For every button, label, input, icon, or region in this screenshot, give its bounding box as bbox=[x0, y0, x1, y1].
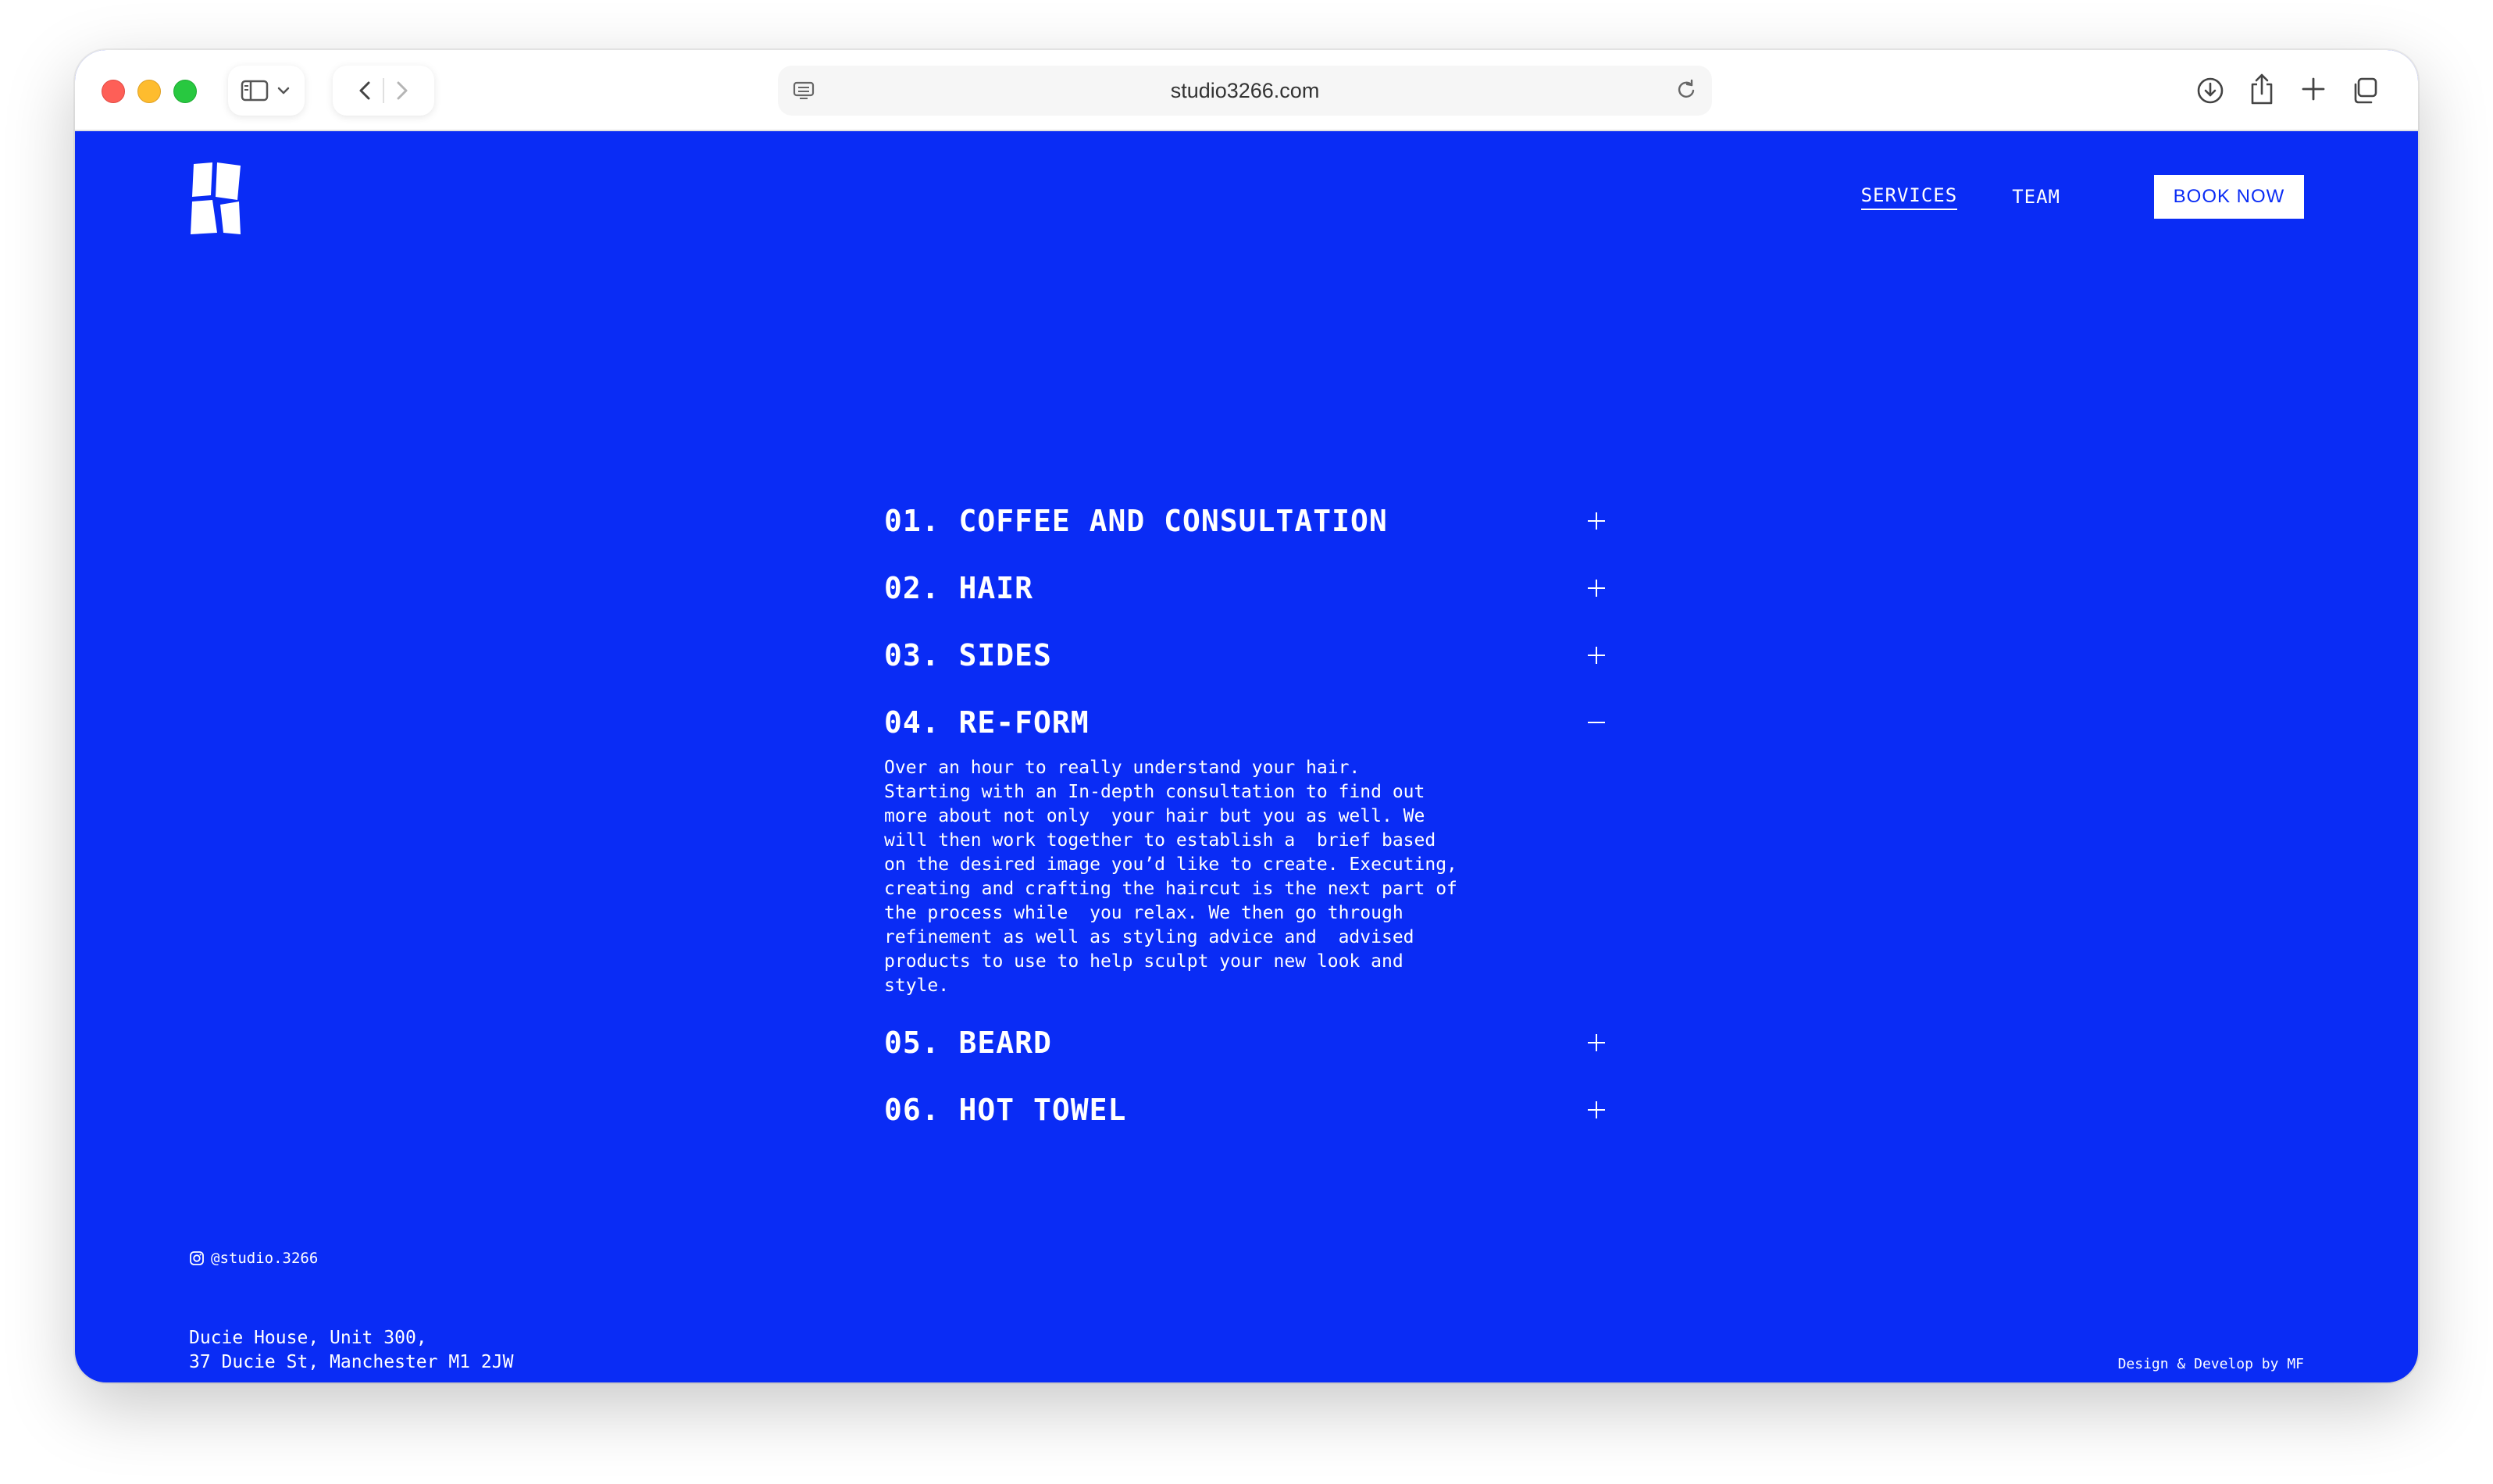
studio-3266-logo[interactable] bbox=[189, 161, 242, 236]
forward-icon[interactable] bbox=[391, 78, 412, 103]
sidebar-toggle-button[interactable] bbox=[228, 66, 305, 116]
browser-window: studio3266.com SERVICES TEAM BOOK NOW 01… bbox=[75, 50, 2418, 1382]
plus-icon[interactable] bbox=[1587, 579, 1606, 598]
service-title: 01. COFFEE AND CONSULTATION bbox=[884, 504, 1388, 538]
service-item: 03. SIDES bbox=[884, 622, 1606, 689]
sidebar-icon bbox=[241, 80, 269, 102]
service-header[interactable]: 01. COFFEE AND CONSULTATION bbox=[884, 487, 1606, 555]
service-header[interactable]: 02. HAIR bbox=[884, 555, 1606, 622]
instagram-handle[interactable]: @studio.3266 bbox=[211, 1250, 318, 1267]
service-header[interactable]: 04. RE-FORM bbox=[884, 689, 1606, 756]
plus-icon[interactable] bbox=[1587, 1101, 1606, 1119]
download-icon[interactable] bbox=[2195, 75, 2226, 106]
minimize-window-button[interactable] bbox=[137, 80, 161, 103]
browser-toolbar: studio3266.com bbox=[75, 50, 2418, 131]
service-title: 04. RE-FORM bbox=[884, 705, 1090, 740]
minus-icon[interactable] bbox=[1587, 713, 1606, 732]
page-info-icon[interactable] bbox=[792, 80, 815, 102]
close-window-button[interactable] bbox=[102, 80, 125, 103]
services-accordion: 01. COFFEE AND CONSULTATION 02. HAIR 03.… bbox=[884, 487, 1606, 1143]
nav-services-link[interactable]: SERVICES bbox=[1860, 184, 1958, 210]
back-icon[interactable] bbox=[355, 78, 376, 103]
service-title: 02. HAIR bbox=[884, 571, 1034, 605]
service-title: 05. BEARD bbox=[884, 1026, 1052, 1060]
book-now-button[interactable]: BOOK NOW bbox=[2154, 175, 2304, 219]
service-header[interactable]: 06. HOT TOWEL bbox=[884, 1076, 1606, 1143]
tabs-overview-icon[interactable] bbox=[2349, 75, 2381, 106]
instagram-icon bbox=[190, 1251, 204, 1265]
main-nav: SERVICES TEAM BOOK NOW bbox=[1860, 175, 2304, 219]
service-title: 06. HOT TOWEL bbox=[884, 1093, 1127, 1127]
new-tab-icon[interactable] bbox=[2299, 75, 2327, 103]
address-line-1: Ducie House, Unit 300, bbox=[189, 1328, 427, 1348]
design-credit[interactable]: Design & Develop by MF bbox=[2118, 1356, 2304, 1372]
nav-divider bbox=[383, 78, 384, 103]
service-title: 03. SIDES bbox=[884, 638, 1052, 672]
service-item: 04. RE-FORM Over an hour to really under… bbox=[884, 689, 1606, 998]
nav-team-link[interactable]: TEAM bbox=[2012, 185, 2060, 209]
instagram-link[interactable]: @studio.3266 bbox=[189, 1250, 318, 1267]
plus-icon[interactable] bbox=[1587, 1033, 1606, 1052]
chevron-down-icon bbox=[277, 87, 290, 95]
service-description: Over an hour to really understand your h… bbox=[884, 758, 1457, 996]
service-header[interactable]: 03. SIDES bbox=[884, 622, 1606, 689]
plus-icon[interactable] bbox=[1587, 646, 1606, 665]
service-item: 01. COFFEE AND CONSULTATION bbox=[884, 487, 1606, 555]
share-icon[interactable] bbox=[2248, 72, 2276, 106]
website-page: SERVICES TEAM BOOK NOW 01. COFFEE AND CO… bbox=[75, 131, 2418, 1382]
address-bar[interactable]: studio3266.com bbox=[778, 66, 1712, 116]
studio-address: Ducie House, Unit 300, 37 Ducie St, Manc… bbox=[189, 1326, 513, 1375]
address-line-2: 37 Ducie St, Manchester M1 2JW bbox=[189, 1352, 514, 1372]
service-item: 02. HAIR bbox=[884, 555, 1606, 622]
service-header[interactable]: 05. BEARD bbox=[884, 1009, 1606, 1076]
reload-icon[interactable] bbox=[1674, 78, 1698, 102]
url-text[interactable]: studio3266.com bbox=[1171, 79, 1320, 103]
service-item: 06. HOT TOWEL bbox=[884, 1076, 1606, 1143]
history-navigation bbox=[333, 66, 434, 116]
plus-icon[interactable] bbox=[1587, 512, 1606, 530]
service-item: 05. BEARD bbox=[884, 1009, 1606, 1076]
zoom-window-button[interactable] bbox=[173, 80, 197, 103]
